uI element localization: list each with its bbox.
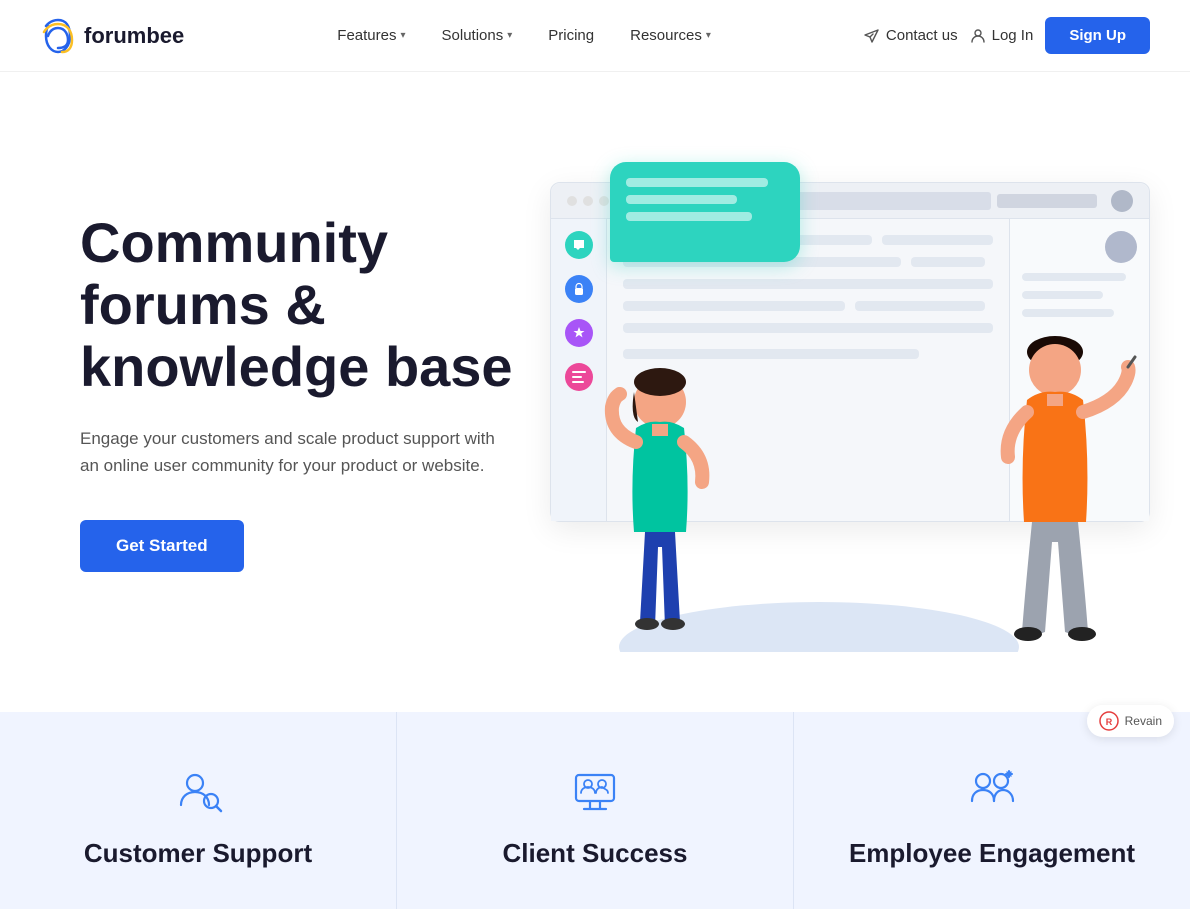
- card-client-success: Client Success: [397, 712, 794, 909]
- cards-section: Customer Support Client Success: [0, 712, 1190, 909]
- browser-avatar: [1111, 190, 1133, 212]
- hero-title: Community forums & knowledge base: [80, 212, 560, 397]
- sidebar-icon-star: [565, 319, 593, 347]
- hero-illustration: [560, 142, 1150, 642]
- nav-login-link[interactable]: Log In: [970, 27, 1034, 44]
- card-customer-support-title: Customer Support: [84, 838, 312, 869]
- client-success-icon: [567, 762, 623, 818]
- nav-links: Features ▾ Solutions ▾ Pricing Resources…: [323, 19, 725, 52]
- revain-text: Revain: [1125, 714, 1162, 728]
- nav-contact-link[interactable]: Contact us: [864, 27, 958, 44]
- hero-cta-button[interactable]: Get Started: [80, 520, 244, 572]
- hero-text-block: Community forums & knowledge base Engage…: [80, 212, 560, 571]
- browser-dot-1: [567, 196, 577, 206]
- hero-section: Community forums & knowledge base Engage…: [0, 72, 1190, 652]
- nav-signup-button[interactable]: Sign Up: [1045, 17, 1150, 54]
- logo-text: forumbee: [84, 23, 184, 49]
- navbar: forumbee Features ▾ Solutions ▾ Pricing …: [0, 0, 1190, 72]
- chat-bubble: [610, 162, 800, 262]
- person-right-illustration: [970, 312, 1140, 652]
- hero-subtitle: Engage your customers and scale product …: [80, 425, 500, 479]
- browser-dot-2: [583, 196, 593, 206]
- revain-logo-icon: R: [1099, 711, 1119, 731]
- sidebar-icon-chat: [565, 231, 593, 259]
- nav-solutions[interactable]: Solutions ▾: [428, 19, 527, 52]
- card-employee-engagement: Employee Engagement: [794, 712, 1190, 909]
- browser-menu-bar: [997, 194, 1097, 208]
- card-customer-support: Customer Support: [0, 712, 397, 909]
- resources-chevron-icon: ▾: [706, 30, 711, 41]
- nav-features[interactable]: Features ▾: [323, 19, 419, 52]
- browser-user-avatar: [1105, 231, 1137, 263]
- contact-icon: [864, 28, 880, 44]
- browser-dot-3: [599, 196, 609, 206]
- nav-actions: Contact us Log In Sign Up: [864, 17, 1150, 54]
- features-chevron-icon: ▾: [400, 30, 405, 41]
- sidebar-icon-lock: [565, 275, 593, 303]
- person-left-illustration: [590, 352, 730, 652]
- nav-pricing[interactable]: Pricing: [534, 19, 608, 52]
- browser-row-5: [623, 323, 993, 333]
- card-client-success-title: Client Success: [503, 838, 688, 869]
- customer-support-icon: [170, 762, 226, 818]
- nav-resources[interactable]: Resources ▾: [616, 19, 725, 52]
- logo-link[interactable]: forumbee: [40, 18, 184, 54]
- logo-icon: [40, 18, 76, 54]
- login-person-icon: [970, 28, 986, 44]
- svg-text:R: R: [1105, 717, 1112, 727]
- browser-row-4: [623, 301, 993, 311]
- card-employee-engagement-title: Employee Engagement: [849, 838, 1135, 869]
- browser-row-3: [623, 279, 993, 289]
- employee-engagement-icon: [964, 762, 1020, 818]
- solutions-chevron-icon: ▾: [507, 30, 512, 41]
- sidebar-icon-list: [565, 363, 593, 391]
- revain-badge: R Revain: [1087, 705, 1174, 737]
